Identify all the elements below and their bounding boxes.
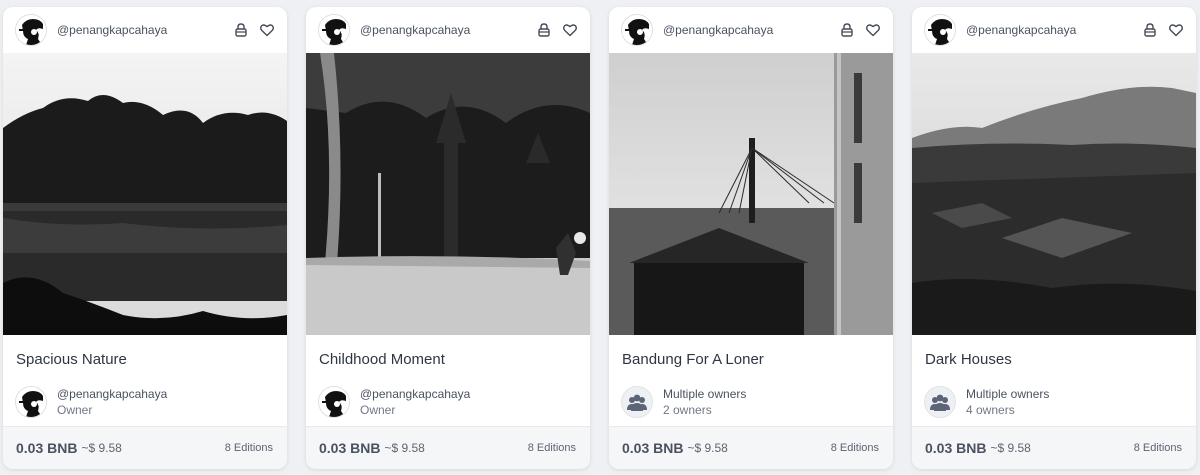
heart-icon[interactable] [865, 22, 881, 38]
lock-icon[interactable] [839, 22, 855, 38]
owner-name[interactable]: Multiple owners [966, 386, 1049, 402]
heart-icon[interactable] [562, 22, 578, 38]
owner-count: 4 owners [966, 403, 1015, 417]
card-header: @penangkapcahaya [912, 7, 1196, 53]
creator-avatar[interactable] [924, 14, 956, 46]
editions-count: 8 Editions [527, 442, 576, 454]
lock-icon[interactable] [233, 22, 249, 38]
owner-name[interactable]: @penangkapcahaya [360, 386, 470, 402]
creator-avatar[interactable] [15, 14, 47, 46]
lock-icon[interactable] [1142, 22, 1158, 38]
price-usd: ~$ 9.58 [990, 441, 1031, 455]
editions-count: 8 Editions [224, 442, 273, 454]
creator-avatar[interactable] [621, 14, 653, 46]
price-usd: ~$ 9.58 [687, 441, 728, 455]
nft-card[interactable]: @penangkapcahaya Childhood Moment @penan… [306, 7, 590, 469]
lock-icon[interactable] [536, 22, 552, 38]
card-header: @penangkapcahaya [306, 7, 590, 53]
owner-name[interactable]: @penangkapcahaya [57, 386, 167, 402]
artwork-image[interactable] [912, 53, 1196, 335]
owner-info[interactable]: @penangkapcahaya Owner [318, 385, 578, 419]
price-bnb: 0.03 BNB [622, 440, 684, 456]
price-bnb: 0.03 BNB [925, 440, 987, 456]
editions-count: 8 Editions [1133, 442, 1182, 454]
artwork-image[interactable] [306, 53, 590, 335]
artwork-title[interactable]: Childhood Moment [319, 351, 577, 371]
card-header: @penangkapcahaya [3, 7, 287, 53]
artwork-title[interactable]: Spacious Nature [16, 351, 274, 371]
creator-handle[interactable]: @penangkapcahaya [663, 23, 839, 37]
artwork-title[interactable]: Bandung For A Loner [622, 351, 880, 371]
heart-icon[interactable] [259, 22, 275, 38]
price-footer: 0.03 BNB ~$ 9.58 8 Editions [3, 426, 287, 469]
price-footer: 0.03 BNB ~$ 9.58 8 Editions [609, 426, 893, 469]
creator-handle[interactable]: @penangkapcahaya [360, 23, 536, 37]
artwork-image[interactable] [3, 53, 287, 335]
nft-card[interactable]: @penangkapcahaya Bandung For A Loner Mul… [609, 7, 893, 469]
price-bnb: 0.03 BNB [16, 440, 78, 456]
card-header: @penangkapcahaya [609, 7, 893, 53]
nft-card[interactable]: @penangkapcahaya Spacious Nature @penang… [3, 7, 287, 469]
artwork-image[interactable] [609, 53, 893, 335]
creator-avatar[interactable] [318, 14, 350, 46]
artwork-title[interactable]: Dark Houses [925, 351, 1183, 371]
owner-info[interactable]: Multiple owners 2 owners [621, 385, 881, 419]
editions-count: 8 Editions [830, 442, 879, 454]
price-usd: ~$ 9.58 [81, 441, 122, 455]
creator-handle[interactable]: @penangkapcahaya [57, 23, 233, 37]
owner-avatar [318, 386, 350, 418]
owner-name[interactable]: Multiple owners [663, 386, 746, 402]
price-footer: 0.03 BNB ~$ 9.58 8 Editions [306, 426, 590, 469]
users-icon [924, 386, 956, 418]
heart-icon[interactable] [1168, 22, 1184, 38]
price-bnb: 0.03 BNB [319, 440, 381, 456]
nft-card[interactable]: @penangkapcahaya Dark Houses Multiple ow… [912, 7, 1196, 469]
price-usd: ~$ 9.58 [384, 441, 425, 455]
users-icon [621, 386, 653, 418]
owner-info[interactable]: Multiple owners 4 owners [924, 385, 1184, 419]
creator-handle[interactable]: @penangkapcahaya [966, 23, 1142, 37]
owner-role: Owner [360, 403, 396, 417]
owner-role: Owner [57, 403, 93, 417]
owner-count: 2 owners [663, 403, 712, 417]
price-footer: 0.03 BNB ~$ 9.58 8 Editions [912, 426, 1196, 469]
owner-avatar [15, 386, 47, 418]
owner-info[interactable]: @penangkapcahaya Owner [15, 385, 275, 419]
